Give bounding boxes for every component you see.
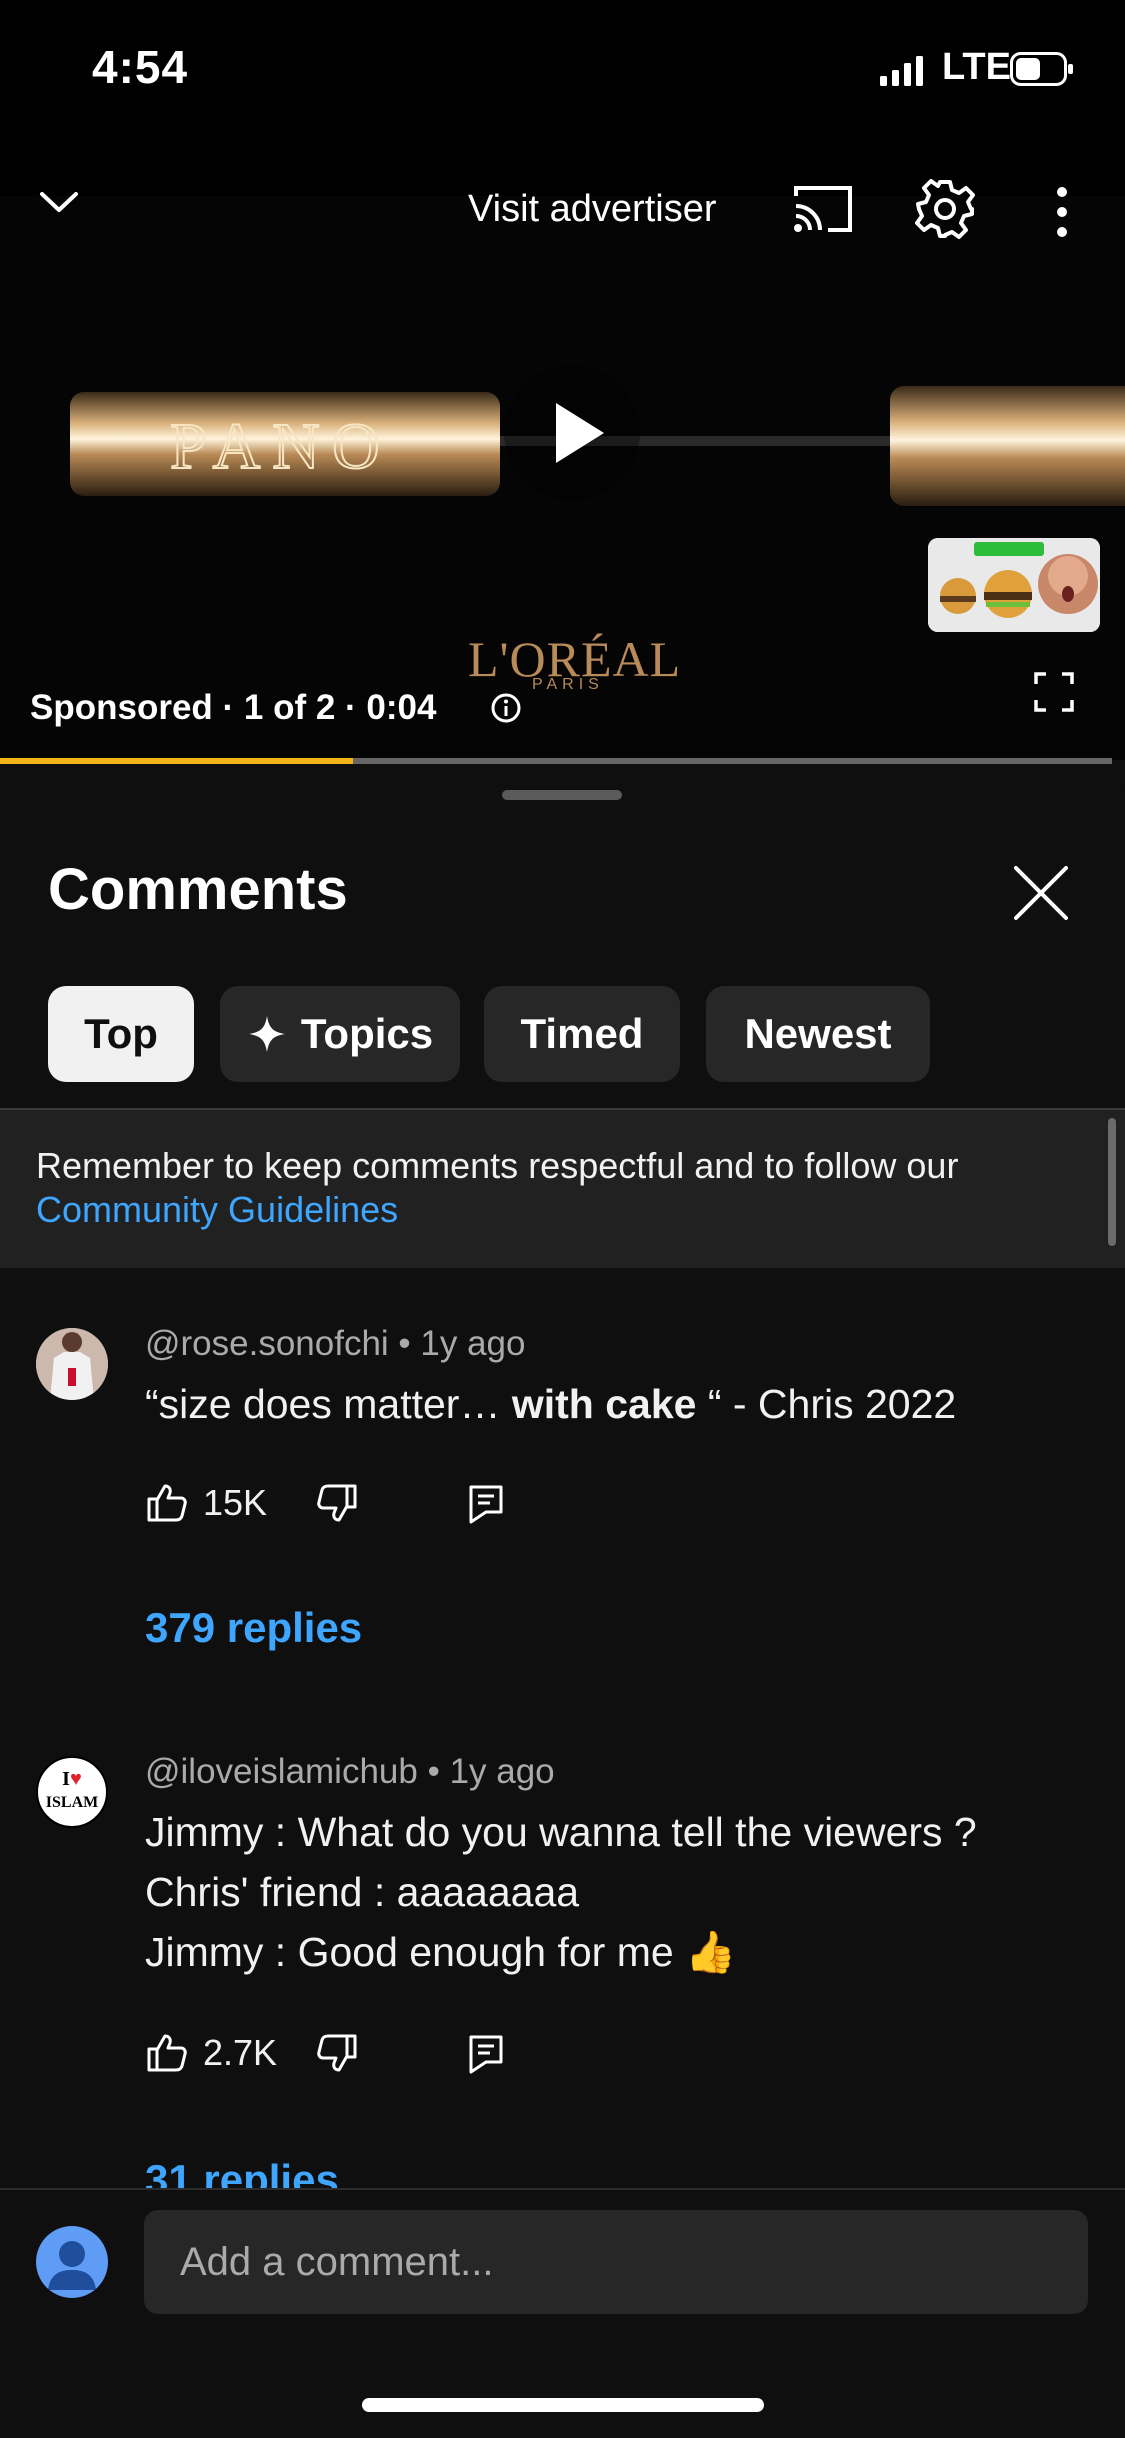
chip-label: Top (84, 1010, 158, 1057)
svg-text:PANO: PANO (170, 410, 392, 483)
battery-icon (1010, 52, 1073, 86)
like-count: 2.7K (203, 2032, 278, 2073)
comment-line: Jimmy : Good enough for me 👍 (145, 1929, 737, 1975)
avatar-text-top: I (62, 1768, 70, 1790)
jersey-avatar-image (36, 1328, 108, 1400)
sparkle-icon (248, 1016, 285, 1052)
comment-author[interactable]: @rose.sonofchi (145, 1324, 389, 1363)
heart-icon: ♥ (69, 1768, 82, 1790)
comment-line: Jimmy : What do you wanna tell the viewe… (145, 1809, 977, 1855)
close-icon[interactable] (1010, 862, 1072, 924)
chip-top[interactable]: Top (48, 986, 194, 1082)
replies-link[interactable]: 379 replies (145, 1604, 362, 1652)
sponsored-label: Sponsored · 1 of 2 · 0:04 (30, 688, 437, 727)
comments-title: Comments (48, 857, 348, 922)
visit-advertiser-link[interactable]: Visit advertiser (468, 188, 717, 231)
scrollbar[interactable] (1108, 1118, 1116, 1246)
signal-icon (880, 56, 923, 86)
notice-message: Remember to keep comments respectful and… (36, 1145, 959, 1186)
reply-icon[interactable] (468, 2034, 504, 2074)
chip-label: Timed (520, 1010, 644, 1057)
comment-meta: @iloveislamichub • 1y ago (145, 1752, 555, 1791)
like-icon[interactable] (146, 2032, 188, 2072)
avatar-text: I♥ (38, 1768, 106, 1791)
settings-gear-icon[interactable] (914, 178, 976, 240)
fullscreen-icon[interactable] (1034, 672, 1074, 712)
comment-age: 1y ago (420, 1324, 526, 1363)
dislike-icon[interactable] (316, 2034, 358, 2074)
default-user-icon (48, 2241, 96, 2290)
community-guidelines-link[interactable]: Community Guidelines (36, 1189, 398, 1230)
reply-icon[interactable] (468, 1484, 504, 1524)
dislike-icon[interactable] (316, 1484, 358, 1524)
comment-text-part: “size does matter… (145, 1381, 512, 1427)
comment-meta: @rose.sonofchi • 1y ago (145, 1324, 526, 1363)
chip-label: Newest (744, 1010, 892, 1057)
next-video-thumbnail[interactable] (928, 538, 1100, 632)
video-player[interactable]: PANO Visit advertiser L'ORÉAL PARIS Spon… (0, 140, 1125, 760)
info-icon[interactable] (490, 692, 522, 724)
add-comment-placeholder: Add a comment... (180, 2240, 494, 2284)
play-icon (556, 403, 604, 463)
guidelines-notice-text: Remember to keep comments respectful and… (36, 1144, 1086, 1232)
network-label: LTE (942, 46, 1011, 88)
play-button[interactable] (504, 365, 640, 501)
my-avatar (36, 2226, 108, 2298)
like-count: 15K (203, 1482, 268, 1523)
chevron-down-icon[interactable] (38, 180, 80, 222)
chip-topics[interactable]: Topics (220, 986, 460, 1082)
cast-icon[interactable] (792, 182, 856, 236)
comment-author[interactable]: @iloveislamichub (145, 1752, 418, 1791)
comment-text: “size does matter… with cake “ - Chris 2… (145, 1374, 956, 1434)
comment-text-bold: with cake (511, 1381, 697, 1427)
avatar-text-bottom: ISLAM (45, 1794, 99, 1811)
avatar[interactable]: I♥ ISLAM (36, 1756, 108, 1828)
home-indicator[interactable] (362, 2398, 764, 2412)
chip-timed[interactable]: Timed (484, 986, 680, 1082)
avatar[interactable] (36, 1328, 108, 1400)
chip-newest[interactable]: Newest (706, 986, 930, 1082)
burger-thumbnail-image (928, 538, 1100, 632)
comment-line: Chris' friend : aaaaaaaa (145, 1869, 580, 1915)
like-icon[interactable] (146, 1482, 188, 1522)
comment-age: 1y ago (449, 1752, 555, 1791)
comment-text-part: “ - Chris 2022 (696, 1381, 957, 1427)
status-time: 4:54 (92, 41, 189, 93)
sheet-drag-handle[interactable] (502, 790, 622, 800)
brand-logo-sub: PARIS (532, 676, 604, 693)
chip-label: Topics (300, 1010, 434, 1057)
more-options-icon[interactable] (1052, 184, 1072, 240)
comment-text: Jimmy : What do you wanna tell the viewe… (145, 1802, 977, 1982)
